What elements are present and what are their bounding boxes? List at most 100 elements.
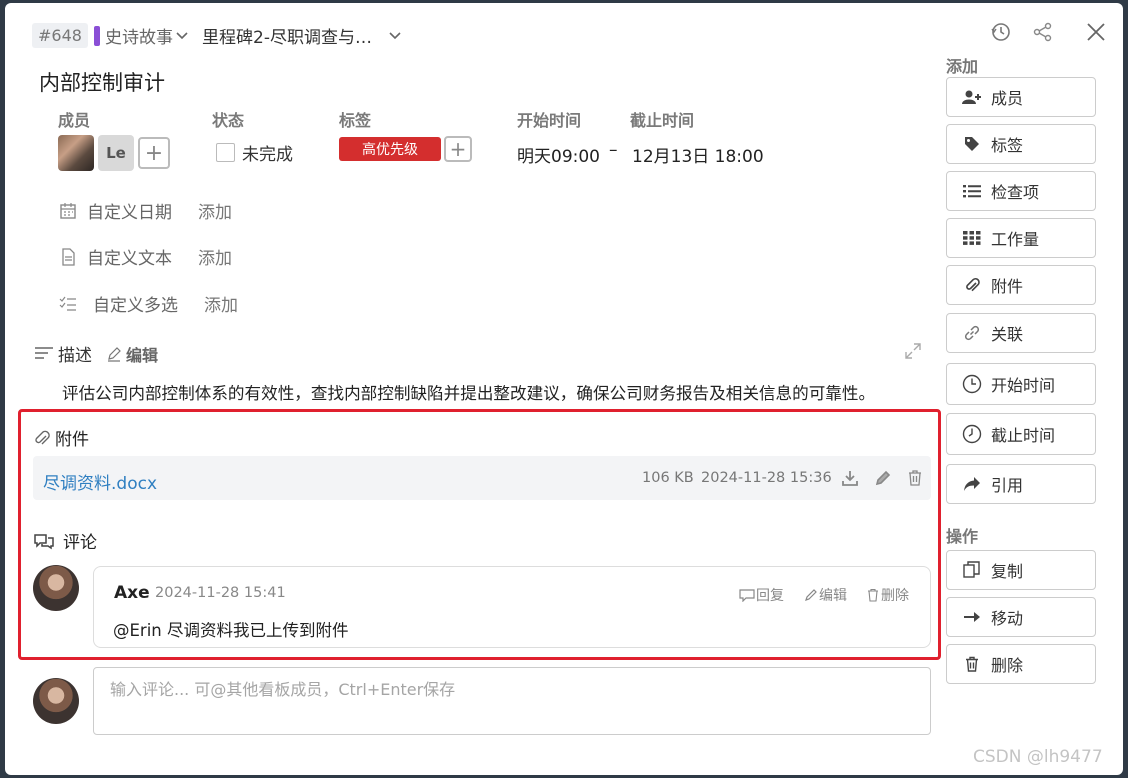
comments-icon xyxy=(33,532,55,550)
sidebar-add-checklist-label: 检查项 xyxy=(991,183,1040,202)
comment-delete-button[interactable]: 删除 xyxy=(866,585,909,605)
chevron-down-icon xyxy=(388,31,402,41)
custom-date-add[interactable]: 添加 xyxy=(198,198,232,223)
sidebar-add-start-time-button[interactable]: 开始时间 xyxy=(946,363,1096,405)
comment-delete-label: 删除 xyxy=(881,588,909,604)
status-checkbox-group[interactable]: 未完成 xyxy=(216,140,293,165)
history-icon[interactable] xyxy=(990,21,1012,43)
sidebar-ops-heading: 操作 xyxy=(946,527,979,546)
add-member-button[interactable]: + xyxy=(138,137,170,169)
sidebar-add-attachment-label: 附件 xyxy=(991,277,1024,296)
description-header: 描述 编辑 xyxy=(34,341,158,366)
custom-multiselect-add[interactable]: 添加 xyxy=(204,291,238,316)
comment-author-avatar[interactable] xyxy=(33,565,79,611)
current-user-avatar xyxy=(33,678,79,724)
arrow-right-icon xyxy=(961,610,983,624)
custom-text-label: 自定义文本 xyxy=(87,249,172,269)
date-separator: – xyxy=(609,140,618,160)
custom-multiselect-label: 自定义多选 xyxy=(93,296,178,316)
comment-reply-label: 回复 xyxy=(756,588,784,604)
end-time-value[interactable]: 12月13日 18:00 xyxy=(632,142,764,167)
custom-text-add[interactable]: 添加 xyxy=(198,244,232,269)
sidebar-add-reference-label: 引用 xyxy=(991,476,1024,495)
milestone-label: 里程碑2-尽职调查与… xyxy=(202,28,372,48)
sidebar-add-workload-button[interactable]: 工作量 xyxy=(946,218,1096,258)
link-icon xyxy=(961,324,983,342)
sidebar-add-tag-label: 标签 xyxy=(991,136,1024,155)
sidebar-add-member-label: 成员 xyxy=(991,89,1024,108)
epic-label: 史诗故事 xyxy=(105,28,173,48)
download-icon[interactable] xyxy=(841,469,859,487)
task-detail-modal: #648 史诗故事 里程碑2-尽职调查与… 内部控制审计 成员 状态 标签 开始… xyxy=(5,3,1123,775)
add-tag-button[interactable]: + xyxy=(444,136,472,162)
sidebar-add-member-button[interactable]: 成员 xyxy=(946,77,1096,117)
grid-icon xyxy=(961,231,983,245)
comment-card: Axe 2024-11-28 15:41 回复 编辑 删除 @Erin 尽调资料… xyxy=(93,566,931,648)
epic-selector[interactable]: 史诗故事 xyxy=(94,23,189,48)
trash-icon xyxy=(866,588,880,602)
comment-edit-label: 编辑 xyxy=(819,588,847,604)
share-arrow-icon xyxy=(961,476,983,492)
paperclip-icon xyxy=(33,428,51,448)
list-icon xyxy=(961,184,983,198)
pencil-icon xyxy=(106,346,122,362)
page-title[interactable]: 内部控制审计 xyxy=(39,67,165,97)
expand-icon[interactable] xyxy=(904,342,922,360)
sidebar-add-heading: 添加 xyxy=(946,57,979,76)
comment-author[interactable]: Axe xyxy=(114,583,150,603)
sidebar-add-end-time-label: 截止时间 xyxy=(991,426,1056,445)
description-text[interactable]: 评估公司内部控制体系的有效性，查找内部控制缺陷并提出整改建议，确保公司财务报告及… xyxy=(62,380,875,404)
sidebar-add-link-label: 关联 xyxy=(991,325,1024,344)
member-avatar[interactable] xyxy=(58,135,94,171)
comment-edit-button[interactable]: 编辑 xyxy=(804,585,847,605)
status-checkbox[interactable] xyxy=(216,143,235,162)
trash-icon xyxy=(961,656,983,672)
epic-color-bar xyxy=(94,25,100,46)
status-label: 状态 xyxy=(212,111,245,130)
custom-multiselect-row: 自定义多选 添加 xyxy=(57,291,238,316)
sidebar-add-end-time-button[interactable]: 截止时间 xyxy=(946,413,1096,455)
description-edit-link[interactable]: 编辑 xyxy=(126,342,158,366)
end-time-label: 截止时间 xyxy=(630,111,695,130)
attachment-file-link[interactable]: 尽调资料.docx xyxy=(43,469,157,494)
trash-icon[interactable] xyxy=(906,469,924,487)
attachments-header: 附件 xyxy=(33,425,89,450)
sidebar-add-workload-label: 工作量 xyxy=(991,230,1040,249)
text-lines-icon xyxy=(34,345,54,363)
start-time-label: 开始时间 xyxy=(517,111,582,130)
checklist-icon xyxy=(57,295,79,313)
sidebar-move-button[interactable]: 移动 xyxy=(946,597,1096,637)
tag-icon xyxy=(961,136,983,152)
pencil-icon[interactable] xyxy=(874,469,892,487)
sidebar-add-reference-button[interactable]: 引用 xyxy=(946,464,1096,504)
sidebar-add-tag-button[interactable]: 标签 xyxy=(946,124,1096,164)
tags-label: 标签 xyxy=(339,111,372,130)
sidebar-add-checklist-button[interactable]: 检查项 xyxy=(946,171,1096,211)
custom-text-row: 自定义文本 添加 xyxy=(57,244,232,269)
attachment-row[interactable]: 尽调资料.docx 106 KB 2024-11-28 15:36 xyxy=(33,456,931,500)
custom-date-label: 自定义日期 xyxy=(87,203,172,223)
comment-text: @Erin 尽调资料我已上传到附件 xyxy=(113,621,349,640)
milestone-selector[interactable]: 里程碑2-尽职调查与… xyxy=(202,23,402,48)
share-icon[interactable] xyxy=(1032,21,1054,43)
attachments-label: 附件 xyxy=(55,430,89,450)
close-icon[interactable] xyxy=(1085,21,1107,43)
sidebar-delete-button[interactable]: 删除 xyxy=(946,644,1096,684)
sidebar-add-attachment-button[interactable]: 附件 xyxy=(946,265,1096,305)
member-initials-avatar[interactable]: Le xyxy=(98,135,134,171)
tag-badge[interactable]: 高优先级 xyxy=(339,137,441,161)
comments-label: 评论 xyxy=(63,533,97,553)
comment-reply-button[interactable]: 回复 xyxy=(739,585,784,605)
sidebar-copy-button[interactable]: 复制 xyxy=(946,550,1096,590)
attachment-file-size: 106 KB xyxy=(642,470,694,486)
sidebar-add-start-time-label: 开始时间 xyxy=(991,376,1056,395)
start-time-value[interactable]: 明天09:00 xyxy=(517,142,600,167)
sidebar-copy-label: 复制 xyxy=(991,562,1024,581)
reply-icon xyxy=(739,588,755,602)
comment-input[interactable] xyxy=(93,667,931,735)
attachment-file-time: 2024-11-28 15:36 xyxy=(701,470,832,486)
copy-icon xyxy=(961,561,983,579)
sidebar-add-link-button[interactable]: 关联 xyxy=(946,313,1096,353)
custom-date-row: 自定义日期 添加 xyxy=(57,198,232,223)
sidebar-move-label: 移动 xyxy=(991,609,1024,628)
